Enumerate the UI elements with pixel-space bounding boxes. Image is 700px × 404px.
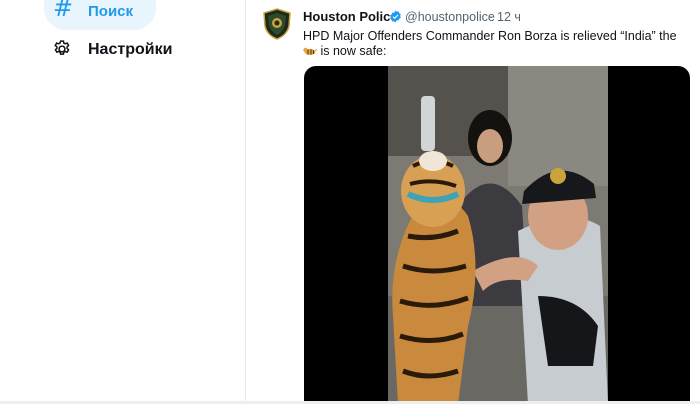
author-handle[interactable]: @houstonpolice xyxy=(405,10,495,24)
column-divider xyxy=(245,0,246,404)
nav-settings-label[interactable]: Настройки xyxy=(88,41,172,59)
separator-dot: · xyxy=(489,10,494,24)
tiger-emoji-icon xyxy=(303,47,317,55)
gear-icon xyxy=(54,40,70,55)
tweet-timestamp[interactable]: 12 ч xyxy=(497,10,521,24)
hashtag-icon: # xyxy=(53,0,74,22)
verified-badge-icon xyxy=(390,10,401,23)
avatar[interactable] xyxy=(262,8,292,40)
tweet-text: HPD Major Offenders Commander Ron Borza … xyxy=(303,29,677,58)
video-thumbnail xyxy=(388,66,608,404)
tweet-media-video[interactable] xyxy=(304,66,690,404)
nav-search-label[interactable]: Поиск xyxy=(88,3,133,20)
author-name[interactable]: Houston Police xyxy=(303,9,398,24)
